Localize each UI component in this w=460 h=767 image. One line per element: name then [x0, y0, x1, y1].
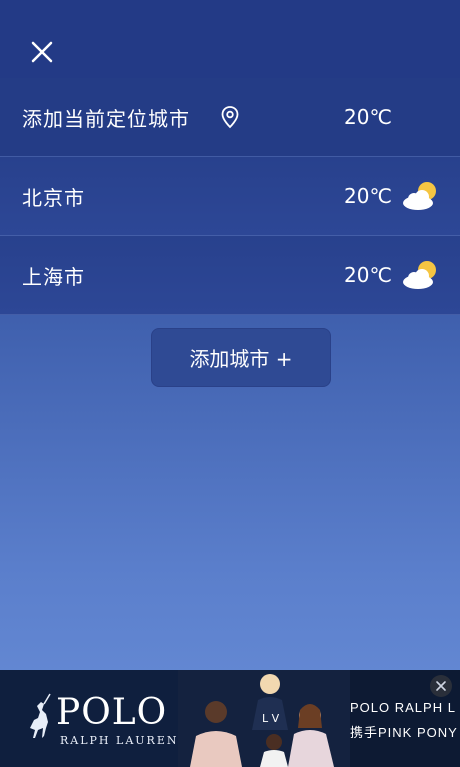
ad-models-image: L V	[178, 670, 350, 767]
city-row-beijing[interactable]: 北京市 20℃	[0, 157, 460, 236]
ad-close-button[interactable]	[430, 675, 452, 697]
ad-banner[interactable]: POLO RALPH LAUREN L V POLO RALPH L 携手PIN…	[0, 670, 460, 767]
ad-logo-panel: POLO RALPH LAUREN	[0, 670, 200, 767]
city-temperature: 20℃	[344, 184, 392, 208]
ad-copy-line2: 携手PINK PONY	[350, 725, 458, 740]
city-row-shanghai[interactable]: 上海市 20℃	[0, 236, 460, 315]
close-button[interactable]	[26, 36, 58, 68]
add-current-location-label: 添加当前定位城市	[22, 106, 190, 131]
close-icon	[31, 41, 53, 63]
add-current-location-row[interactable]: 添加当前定位城市 20℃	[0, 78, 460, 157]
partly-cloudy-icon	[403, 182, 436, 210]
add-city-button[interactable]: 添加城市 +	[151, 328, 331, 387]
city-name: 北京市	[22, 185, 85, 210]
location-pin-icon	[221, 106, 239, 129]
ad-copy-line1: POLO RALPH L	[350, 700, 456, 715]
city-temperature: 20℃	[344, 263, 392, 287]
partly-cloudy-icon	[403, 261, 436, 289]
ad-brand-sub: RALPH LAUREN	[60, 734, 179, 747]
location-temperature: 20℃	[344, 105, 392, 129]
close-icon	[436, 681, 446, 691]
svg-text:L V: L V	[262, 712, 280, 725]
top-bar	[0, 0, 460, 78]
polo-player-logo-icon	[30, 693, 51, 738]
city-name: 上海市	[22, 264, 85, 289]
city-list: 添加当前定位城市 20℃ 北京市 20℃ 上海市 20℃	[0, 78, 460, 315]
ad-brand-logo: POLO	[56, 692, 168, 733]
